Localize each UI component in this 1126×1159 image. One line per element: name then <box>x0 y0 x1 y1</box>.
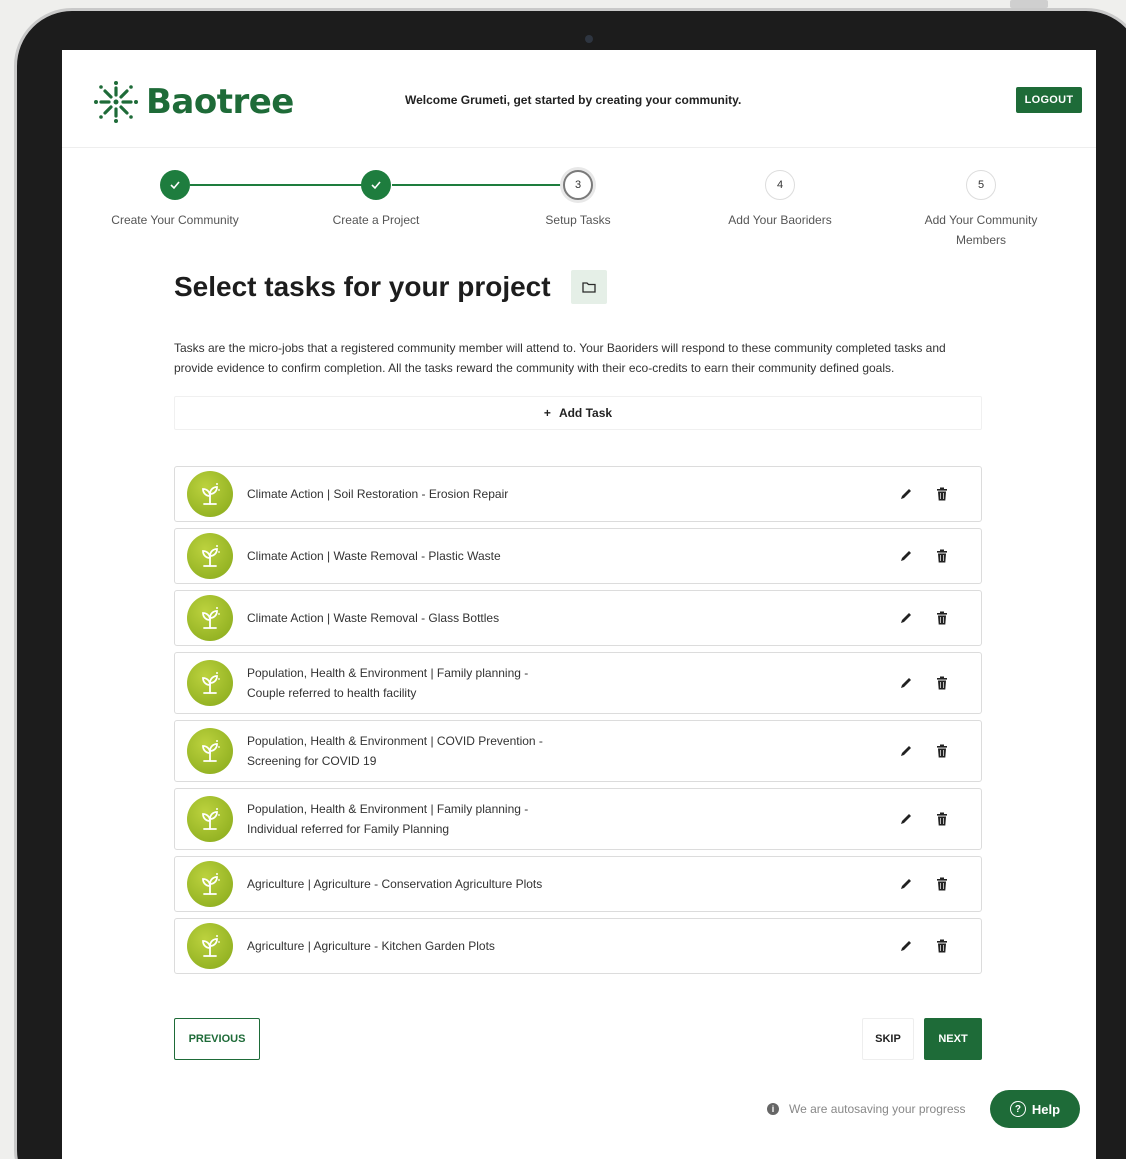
task-title-line1: Population, Health & Environment | COVID… <box>247 734 543 748</box>
step-number: 5 <box>966 170 996 200</box>
edit-pencil-icon[interactable] <box>899 939 913 953</box>
delete-trash-icon[interactable] <box>935 676 949 690</box>
task-title-line1: Climate Action | Soil Restoration - Eros… <box>247 487 509 501</box>
delete-trash-icon[interactable] <box>935 487 949 501</box>
task-title-line1: Climate Action | Waste Removal - Glass B… <box>247 611 500 625</box>
task-title-line2: Screening for COVID 19 <box>247 754 377 768</box>
folder-button[interactable] <box>570 270 607 304</box>
help-icon: ? <box>1009 1101 1026 1117</box>
sprout-icon <box>187 595 233 641</box>
sprout-icon <box>187 796 233 842</box>
task-row[interactable]: Population, Health & Environment | Famil… <box>174 652 982 714</box>
step-setup-tasks[interactable]: 3 Setup Tasks <box>488 170 668 230</box>
task-title: Climate Action | Waste Removal - Glass B… <box>247 608 899 628</box>
next-button[interactable]: NEXT <box>924 1018 982 1060</box>
logo-text: Baotree <box>146 82 294 122</box>
task-title-line2: Couple referred to health facility <box>247 686 417 700</box>
step-label: Add Your Community Members <box>924 213 1038 247</box>
edit-pencil-icon[interactable] <box>899 611 913 625</box>
step-2-check-icon <box>361 170 391 200</box>
delete-trash-icon[interactable] <box>935 744 949 758</box>
top-header: Baotree Welcome Grumeti, get started by … <box>62 50 1096 148</box>
baotree-logo[interactable]: Baotree <box>92 78 294 126</box>
step-label: Add Your Baoriders <box>728 213 832 227</box>
delete-trash-icon[interactable] <box>935 611 949 625</box>
step-add-members[interactable]: 5 Add Your Community Members <box>891 170 1071 250</box>
step-create-project[interactable]: Create a Project <box>286 170 466 230</box>
sprout-icon <box>187 533 233 579</box>
task-title-line1: Climate Action | Waste Removal - Plastic… <box>247 549 501 563</box>
autosave-text: We are autosaving your progress <box>789 1102 966 1116</box>
task-title: Agriculture | Agriculture - Conservation… <box>247 874 899 894</box>
task-title: Population, Health & Environment | COVID… <box>247 731 899 771</box>
task-title-line1: Population, Health & Environment | Famil… <box>247 802 529 816</box>
plus-icon: + <box>543 406 551 420</box>
welcome-message: Welcome Grumeti, get started by creating… <box>405 93 742 107</box>
task-row[interactable]: Climate Action | Waste Removal - Glass B… <box>174 590 982 646</box>
sprout-icon <box>187 471 233 517</box>
task-title-line1: Agriculture | Agriculture - Kitchen Gard… <box>247 939 495 953</box>
edit-pencil-icon[interactable] <box>899 549 913 563</box>
page-title: Select tasks for your project <box>174 271 551 302</box>
task-row[interactable]: Climate Action | Waste Removal - Plastic… <box>174 528 982 584</box>
task-row[interactable]: Agriculture | Agriculture - Conservation… <box>174 856 982 912</box>
edit-pencil-icon[interactable] <box>899 487 913 501</box>
main-content: Select tasks for your project Tasks are … <box>174 270 982 980</box>
skip-button[interactable]: SKIP <box>862 1018 914 1060</box>
task-title-line1: Population, Health & Environment | Famil… <box>247 666 529 680</box>
step-create-community[interactable]: Create Your Community <box>85 170 265 230</box>
previous-button[interactable]: PREVIOUS <box>174 1018 260 1060</box>
step-add-baoriders[interactable]: 4 Add Your Baoriders <box>690 170 870 230</box>
sprout-icon <box>187 728 233 774</box>
task-title: Population, Health & Environment | Famil… <box>247 663 899 703</box>
edit-pencil-icon[interactable] <box>899 877 913 891</box>
device-side-button <box>1010 0 1048 8</box>
step-label: Create Your Community <box>111 213 239 227</box>
sprout-icon <box>187 660 233 706</box>
edit-pencil-icon[interactable] <box>899 744 913 758</box>
logout-button[interactable]: LOGOUT <box>1016 87 1082 113</box>
sprout-icon <box>187 861 233 907</box>
task-title-line2: Individual referred for Family Planning <box>247 822 450 836</box>
task-title-line1: Agriculture | Agriculture - Conservation… <box>247 877 543 891</box>
delete-trash-icon[interactable] <box>935 877 949 891</box>
autosave-notice: i We are autosaving your progress <box>767 1102 966 1116</box>
task-title: Population, Health & Environment | Famil… <box>247 799 899 839</box>
task-row[interactable]: Population, Health & Environment | COVID… <box>174 720 982 782</box>
step-label: Setup Tasks <box>545 213 611 227</box>
task-row[interactable]: Climate Action | Soil Restoration - Eros… <box>174 466 982 522</box>
delete-trash-icon[interactable] <box>935 812 949 826</box>
delete-trash-icon[interactable] <box>935 549 949 563</box>
sprout-icon <box>187 923 233 969</box>
task-title: Climate Action | Soil Restoration - Eros… <box>247 484 899 504</box>
step-1-check-icon <box>160 170 190 200</box>
folder-icon <box>581 282 596 293</box>
info-icon: i <box>767 1103 779 1115</box>
task-title: Agriculture | Agriculture - Kitchen Gard… <box>247 936 899 956</box>
edit-pencil-icon[interactable] <box>899 812 913 826</box>
task-row[interactable]: Population, Health & Environment | Famil… <box>174 788 982 850</box>
step-label: Create a Project <box>332 213 420 227</box>
page-description: Tasks are the micro-jobs that a register… <box>174 341 946 375</box>
add-task-button[interactable]: + Add Task <box>174 396 982 430</box>
add-task-label: Add Task <box>558 406 613 420</box>
logo-burst-icon <box>94 81 138 123</box>
app-screen: Baotree Welcome Grumeti, get started by … <box>62 50 1096 1159</box>
task-row[interactable]: Agriculture | Agriculture - Kitchen Gard… <box>174 918 982 974</box>
task-title: Climate Action | Waste Removal - Plastic… <box>247 546 899 566</box>
camera-icon <box>585 35 593 43</box>
task-list: Climate Action | Soil Restoration - Eros… <box>174 466 982 974</box>
edit-pencil-icon[interactable] <box>899 676 913 690</box>
delete-trash-icon[interactable] <box>935 939 949 953</box>
help-label: Help <box>1031 1101 1061 1117</box>
step-number: 4 <box>765 170 795 200</box>
step-number: 3 <box>563 170 593 200</box>
help-button[interactable]: ? Help <box>990 1090 1080 1128</box>
